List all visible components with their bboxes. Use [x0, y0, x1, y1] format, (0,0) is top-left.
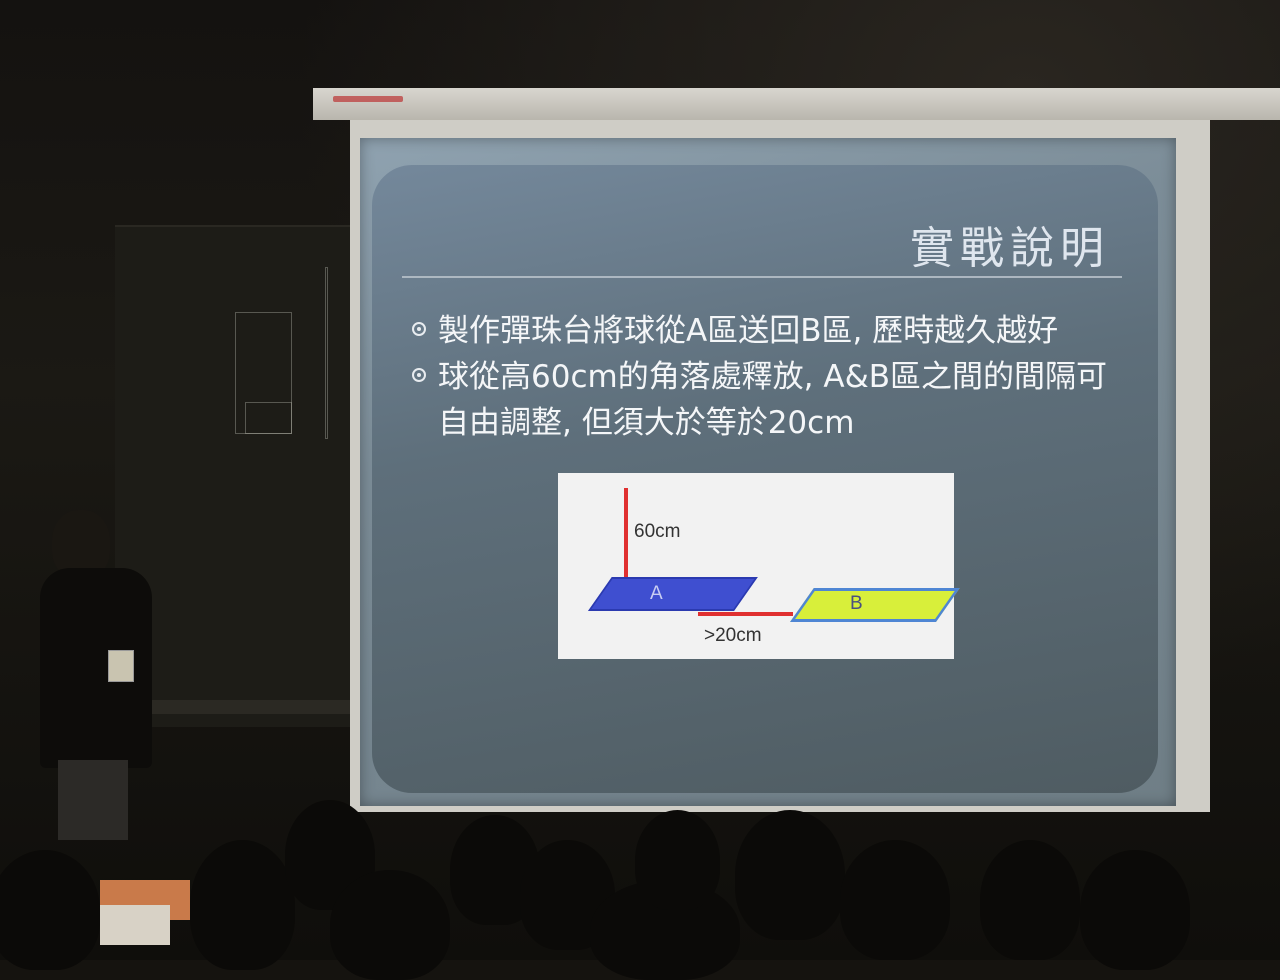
- projector-screen-housing: [313, 88, 1280, 120]
- audience-head: [735, 810, 845, 940]
- audience: [0, 780, 1280, 980]
- slide-title: 實戰說明: [910, 223, 1110, 274]
- bullet-text: 製作彈珠台將球從A區送回B區, 歷時越久越好: [438, 313, 1059, 349]
- bullet-icon: [412, 368, 426, 382]
- area-a: [588, 577, 758, 611]
- height-label: 60cm: [634, 521, 681, 542]
- audience-head: [1080, 850, 1190, 970]
- bullet-list: 製作彈珠台將球從A區送回B區, 歷時越久越好 球從高60cm的角落處釋放, A&…: [412, 308, 1132, 446]
- audience-head: [330, 870, 450, 980]
- brand-mark: [333, 96, 403, 102]
- gap-line: [698, 612, 793, 616]
- audience-head: [840, 840, 950, 960]
- audience-head: [635, 810, 720, 910]
- bullet-item: 球從高60cm的角落處釋放, A&B區之間的間隔可自由調整, 但須大於等於20c…: [412, 354, 1132, 446]
- setup-diagram: 60cm A B >20cm: [558, 473, 960, 659]
- audience-head: [980, 840, 1080, 960]
- gap-label: >20cm: [704, 625, 762, 646]
- audience-head: [0, 850, 100, 970]
- area-b: [790, 588, 960, 622]
- height-line: [624, 488, 628, 588]
- bullet-icon: [412, 322, 426, 336]
- presenter-body: [40, 568, 152, 768]
- bullet-text: 球從高60cm的角落處釋放, A&B區之間的間隔可自由調整, 但須大於等於20c…: [438, 359, 1108, 441]
- title-divider: [402, 276, 1122, 278]
- bullet-item: 製作彈珠台將球從A區送回B區, 歷時越久越好: [412, 308, 1132, 354]
- name-badge: [108, 650, 134, 682]
- chalk-drawing: [245, 402, 292, 434]
- chalk-drawing: [325, 267, 328, 439]
- area-b-label: B: [850, 593, 863, 614]
- audience-head: [190, 840, 295, 970]
- area-a-label: A: [650, 583, 663, 604]
